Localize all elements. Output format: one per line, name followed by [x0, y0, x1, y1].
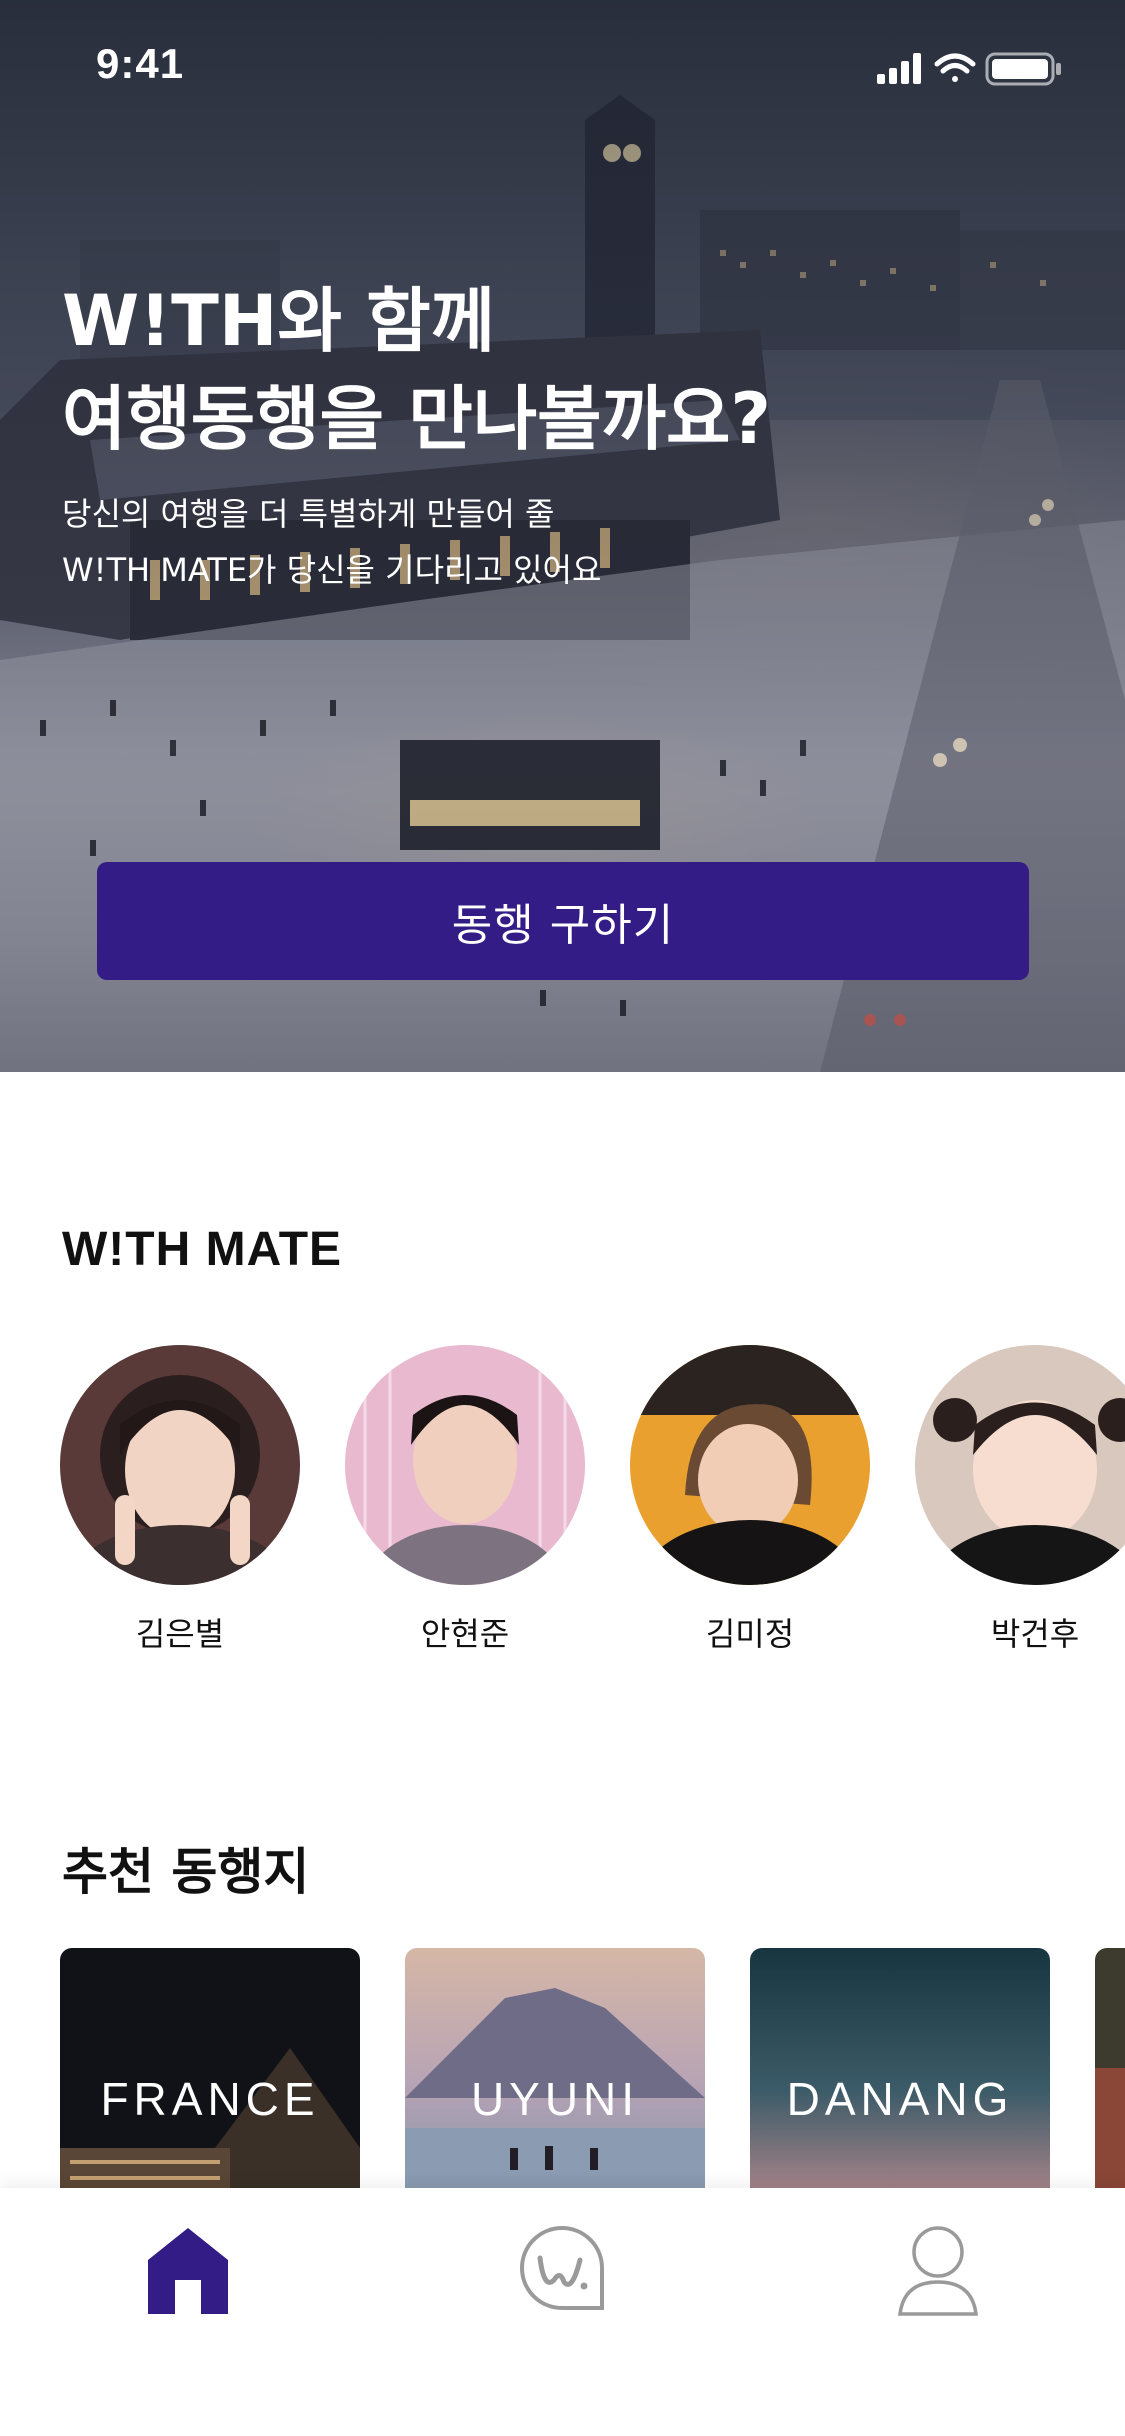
tab-bar [0, 2188, 1125, 2436]
avatar [630, 1345, 870, 1585]
destination-label: FRANCE [100, 2073, 320, 2125]
status-time: 9:41 [96, 40, 185, 87]
avatar [60, 1345, 300, 1585]
mate-item[interactable]: 김은별 [60, 1345, 300, 1655]
mate-item[interactable]: 안현준 [345, 1345, 585, 1655]
mates-list[interactable]: 김은별 안현준 김미정 박건후 [0, 1345, 1125, 1665]
avatar [345, 1345, 585, 1585]
find-companion-button[interactable]: 동행 구하기 [97, 862, 1029, 980]
tab-with[interactable] [502, 2210, 622, 2330]
hero-banner: 9:41 W!TH와 함께 여행동행을 만나볼까요? 당신의 여행을 더 특별하… [0, 0, 1125, 1072]
status-icons [877, 52, 1061, 86]
mates-section-title: W!TH MATE [62, 1223, 343, 1276]
with-logo-icon [520, 2225, 604, 2310]
destination-card-partial[interactable] [1095, 1948, 1125, 2188]
tab-home[interactable] [128, 2210, 248, 2330]
signal-icon [877, 53, 921, 84]
destination-card-danang[interactable]: DANANG [750, 1948, 1050, 2188]
destination-image [60, 1948, 360, 2188]
destination-card-uyuni[interactable]: UYUNI [405, 1948, 705, 2188]
mate-name: 안현준 [420, 1615, 510, 1653]
destination-image [1095, 1948, 1125, 2188]
tab-profile[interactable] [878, 2210, 998, 2330]
destination-label: UYUNI [470, 2073, 640, 2125]
mate-name: 김은별 [135, 1615, 225, 1653]
hero-subtitle: 당신의 여행을 더 특별하게 만들어 줄 W!TH MATE가 당신을 기다리고… [62, 495, 602, 589]
mate-item[interactable]: 박건후 [915, 1345, 1125, 1655]
hero-title: W!TH와 함께 여행동행을 만나볼까요? [62, 280, 771, 460]
destination-label: DANANG [786, 2073, 1014, 2125]
mate-item[interactable]: 김미정 [630, 1345, 870, 1655]
destinations-section-title: 추천 동행지 [62, 1843, 310, 1901]
avatar [915, 1345, 1125, 1585]
destination-card-france[interactable]: FRANCE [60, 1948, 360, 2188]
destination-image [405, 1948, 705, 2188]
profile-icon [898, 2226, 978, 2316]
destination-image [750, 1948, 1050, 2188]
home-icon [148, 2228, 228, 2314]
destinations-list[interactable]: FRANCE UYUNI DANANG [0, 1948, 1125, 2188]
mate-name: 김미정 [705, 1615, 795, 1653]
mate-name: 박건후 [990, 1615, 1080, 1653]
wifi-icon [934, 53, 976, 82]
battery-icon [985, 52, 1061, 86]
